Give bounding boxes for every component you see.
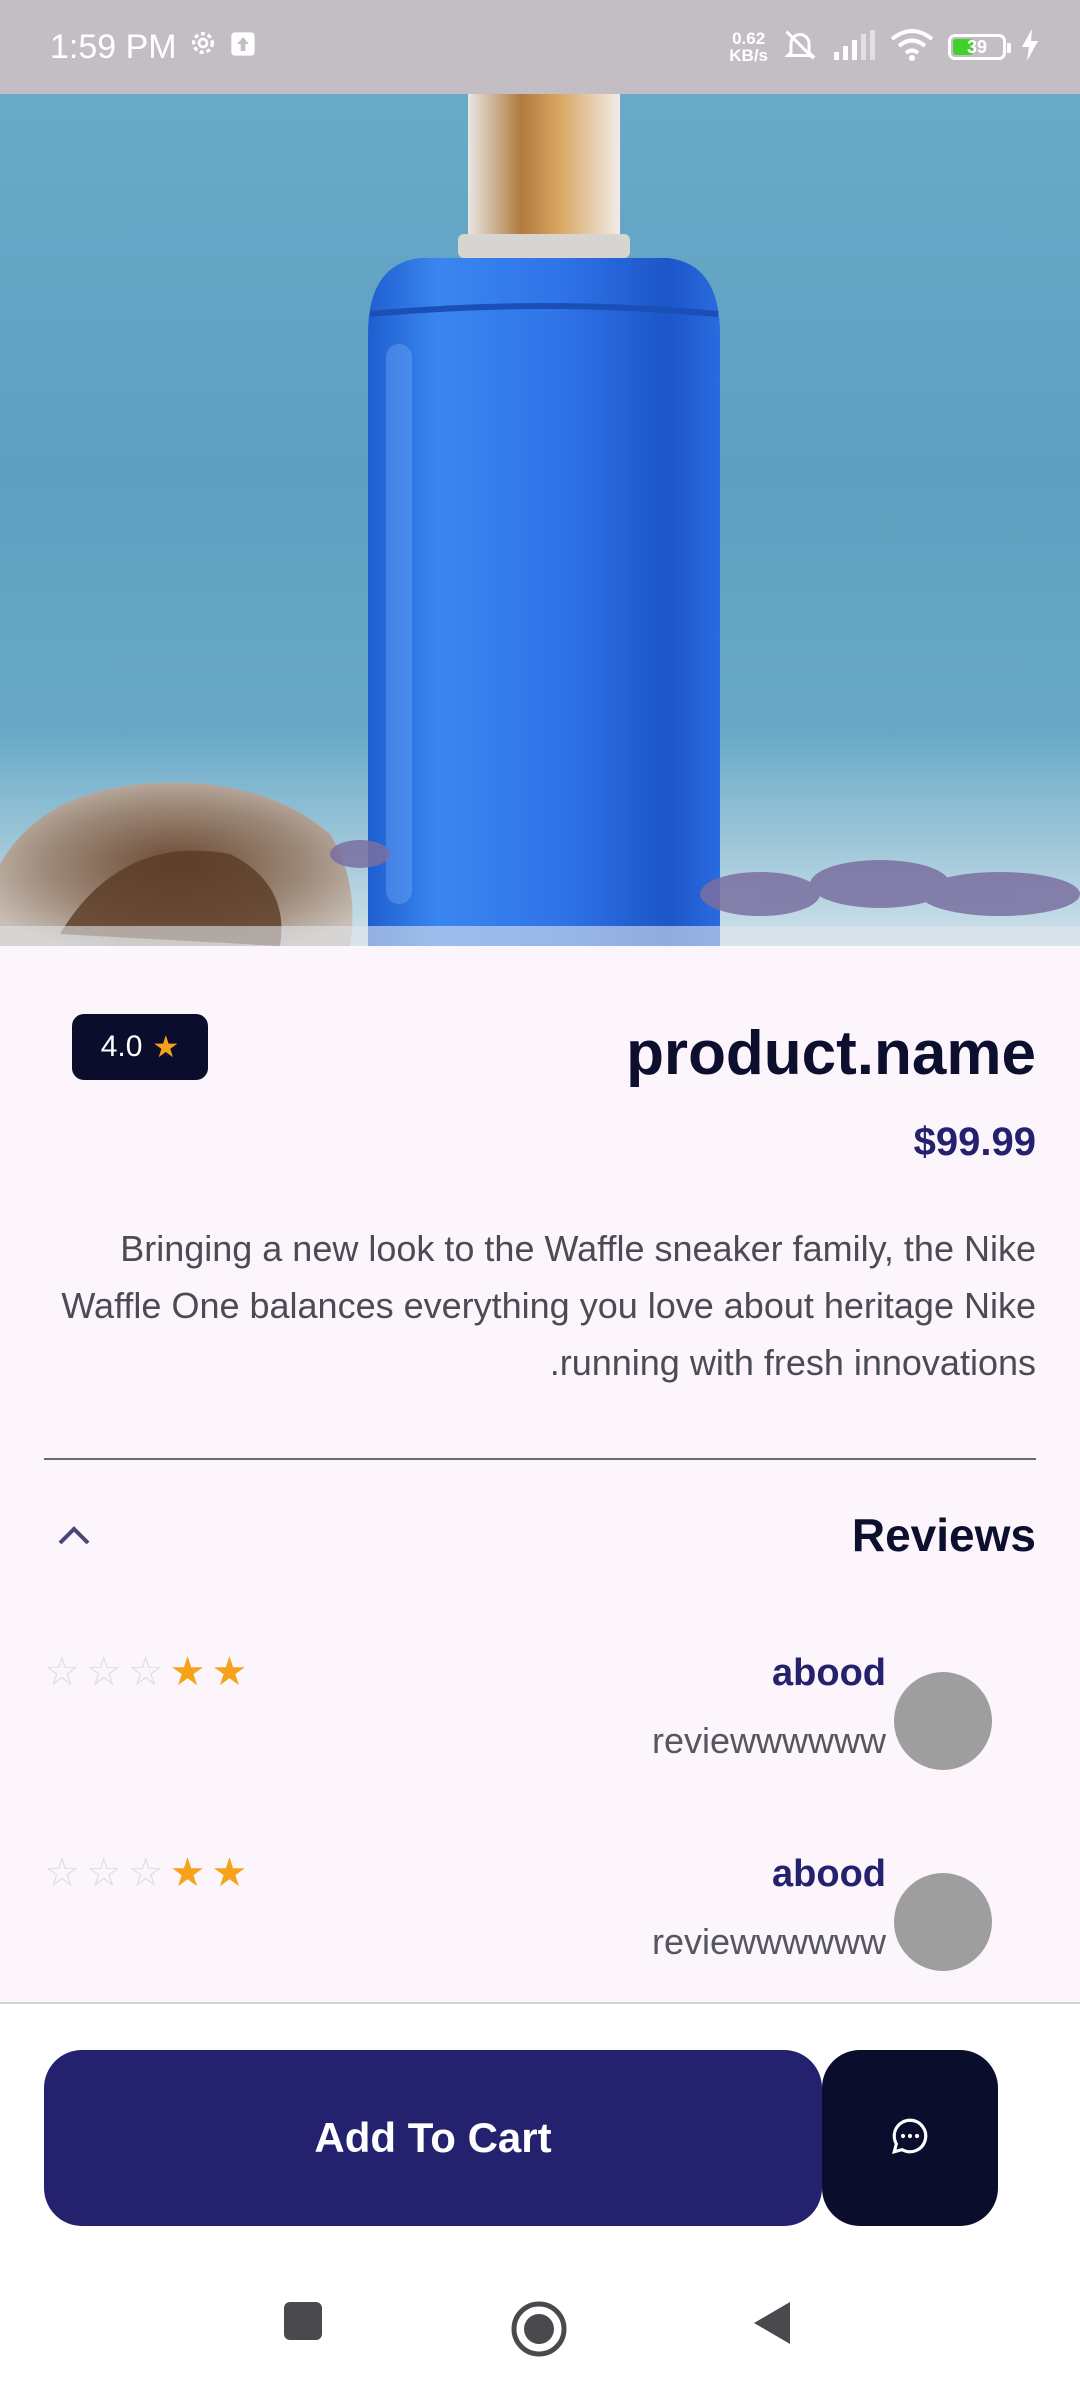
reviews-header[interactable]: Reviews	[44, 1500, 1036, 1570]
reviewer-name: abood	[772, 1652, 886, 1694]
star-empty-icon: ☆	[44, 1851, 80, 1895]
mute-icon	[782, 27, 818, 68]
product-description: Bringing a new look to the Waffle sneake…	[61, 1228, 1036, 1383]
star-empty-icon: ☆	[44, 1650, 80, 1694]
back-button[interactable]	[752, 2300, 792, 2346]
reviewer-name: abood	[772, 1853, 886, 1895]
recents-button[interactable]	[282, 2300, 324, 2342]
network-speed: 0.62 KB/s	[729, 30, 768, 64]
star-empty-icon: ☆	[127, 1650, 164, 1694]
upload-icon	[229, 28, 257, 67]
product-image[interactable]	[0, 94, 1080, 946]
rating-value: 4.0	[100, 1030, 143, 1063]
rating-badge: 4.0 ★	[72, 1014, 208, 1080]
star-empty-icon: ☆	[85, 1851, 122, 1895]
star-icon: ★	[152, 1030, 180, 1064]
star-filled-icon: ★	[211, 1851, 248, 1895]
status-bar: 1:59 PM 0.62 KB/s 39	[0, 0, 1080, 94]
status-left: 1:59 PM	[50, 27, 257, 68]
square-icon	[284, 2302, 322, 2340]
review-text: reviewwwwww	[651, 1720, 886, 1761]
star-empty-icon: ☆	[85, 1650, 122, 1694]
chat-icon	[889, 2115, 931, 2162]
reviews-title: Reviews	[851, 1509, 1036, 1561]
star-filled-icon: ★	[169, 1650, 206, 1694]
review-stars: ☆ ☆ ☆ ★ ★	[44, 1650, 247, 1694]
gear-icon	[187, 27, 219, 68]
avatar	[894, 1672, 992, 1770]
home-button[interactable]	[510, 2300, 568, 2358]
star-filled-icon: ★	[169, 1851, 206, 1895]
review-stars: ☆ ☆ ☆ ★ ★	[44, 1851, 247, 1895]
product-name: product.name	[626, 1019, 1036, 1088]
chevron-up-icon[interactable]	[44, 1505, 104, 1565]
bottom-action-bar: Add To Cart	[0, 2002, 1080, 2234]
star-filled-icon: ★	[211, 1650, 248, 1694]
perfume-bottle-illustration	[0, 94, 1080, 946]
back-triangle-icon	[754, 2302, 790, 2344]
divider	[44, 1458, 1036, 1460]
add-to-cart-button[interactable]: Add To Cart	[44, 2050, 822, 2226]
avatar	[894, 1873, 992, 1971]
product-price: $99.99	[913, 1120, 1036, 1164]
charging-icon	[1020, 28, 1040, 66]
network-speed-value: 0.62	[732, 29, 766, 48]
status-right: 0.62 KB/s 39	[729, 27, 1040, 68]
home-circle-icon	[511, 2301, 567, 2357]
battery-level: 39	[966, 36, 988, 57]
review-item: ☆ ☆ ☆ ★ ★ abood reviewwwwww	[44, 1851, 1036, 2021]
wifi-icon	[890, 28, 934, 66]
battery-icon: 39	[948, 34, 1011, 60]
status-time: 1:59 PM	[50, 27, 177, 66]
review-item: ☆ ☆ ☆ ★ ★ abood reviewwwwww	[44, 1650, 1036, 1820]
chat-button[interactable]	[822, 2050, 998, 2226]
signal-icon	[832, 29, 876, 65]
network-speed-unit: KB/s	[729, 46, 768, 65]
star-empty-icon: ☆	[127, 1851, 164, 1895]
review-text: reviewwwwww	[651, 1921, 886, 1962]
